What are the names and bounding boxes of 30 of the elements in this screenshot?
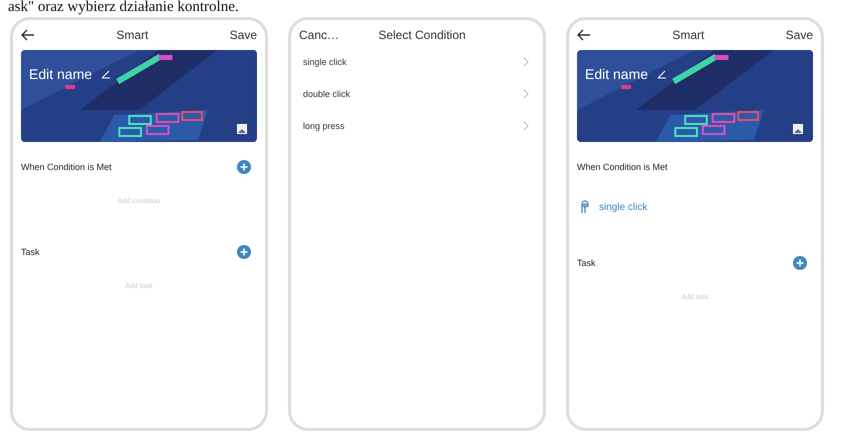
image-icon[interactable]	[237, 124, 247, 134]
option-row[interactable]: long press	[299, 110, 535, 142]
cancel-button[interactable]: Canc…	[299, 28, 340, 42]
add-icon[interactable]	[793, 256, 807, 270]
section-title: When Condition is Met	[21, 162, 112, 172]
save-button[interactable]: Save	[230, 28, 257, 42]
section-title: Task	[21, 247, 40, 257]
caption-text: ask" oraz wybierz działanie kontrolne.	[7, 0, 240, 15]
chevron-icon	[523, 57, 529, 67]
pencil-icon[interactable]	[101, 69, 111, 79]
section-title: Task	[577, 258, 596, 268]
option-row[interactable]: double click	[299, 78, 535, 110]
back-icon[interactable]	[577, 29, 591, 41]
screen-title: Smart	[115, 28, 150, 42]
add-icon[interactable]	[237, 245, 251, 259]
chevron-icon	[523, 121, 529, 131]
touch-icon	[579, 200, 591, 214]
scene-name[interactable]: Edit name	[585, 66, 648, 82]
option-row[interactable]: single click	[299, 46, 535, 78]
pencil-icon[interactable]	[657, 69, 667, 79]
section-title: When Condition is Met	[577, 162, 668, 172]
screen-title: Smart	[671, 28, 706, 42]
add-icon[interactable]	[237, 160, 251, 174]
screen-title: Select Condition	[377, 28, 467, 42]
chevron-icon	[523, 89, 529, 99]
image-icon[interactable]	[793, 124, 803, 134]
condition-item[interactable]: single click	[599, 202, 648, 212]
scene-name[interactable]: Edit name	[29, 66, 92, 82]
back-icon[interactable]	[21, 29, 35, 41]
save-button[interactable]: Save	[786, 28, 813, 42]
